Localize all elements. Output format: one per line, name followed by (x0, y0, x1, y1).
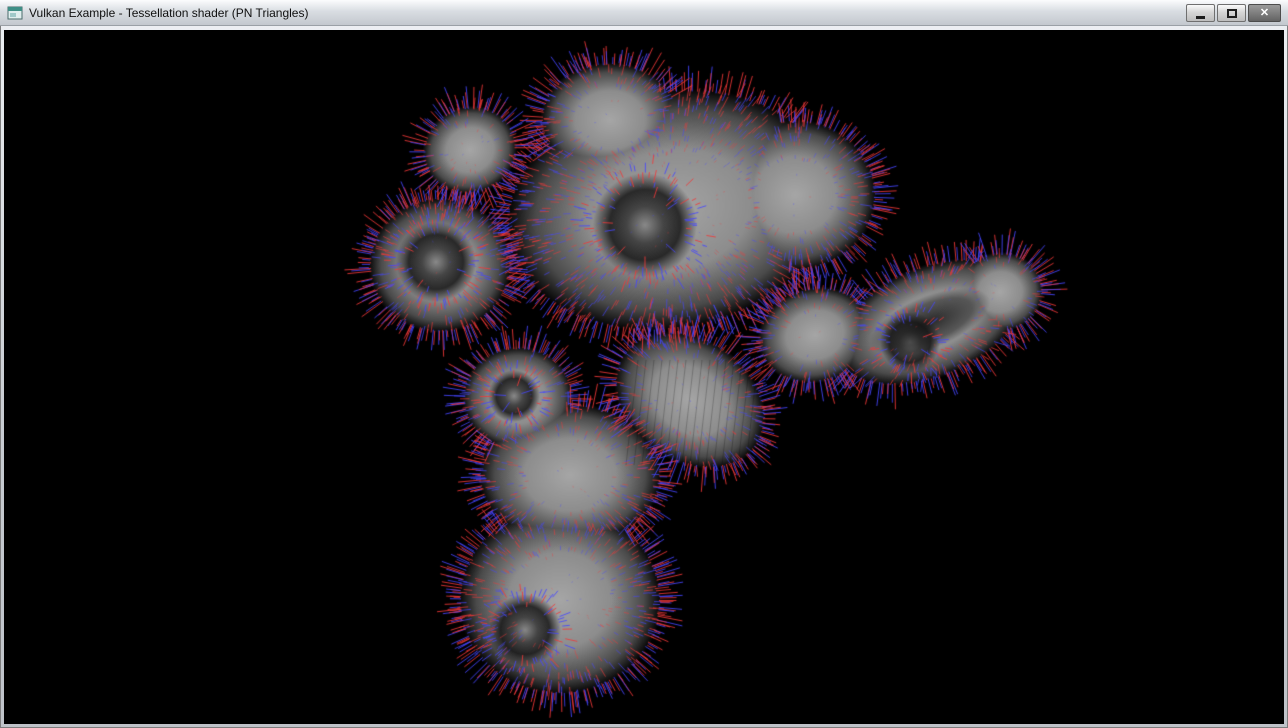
viewport (4, 30, 1284, 724)
render-canvas[interactable] (4, 30, 1284, 724)
minimize-button[interactable] (1186, 4, 1215, 22)
close-button[interactable]: ✕ (1248, 4, 1281, 22)
maximize-icon (1227, 9, 1237, 18)
window-title: Vulkan Example - Tessellation shader (PN… (29, 6, 308, 20)
titlebar[interactable]: Vulkan Example - Tessellation shader (PN… (0, 0, 1288, 26)
close-icon: ✕ (1260, 8, 1269, 19)
maximize-button[interactable] (1217, 4, 1246, 22)
app-window: Vulkan Example - Tessellation shader (PN… (0, 0, 1288, 728)
minimize-icon (1196, 16, 1205, 19)
window-controls: ✕ (1186, 4, 1281, 22)
app-icon (7, 5, 23, 21)
